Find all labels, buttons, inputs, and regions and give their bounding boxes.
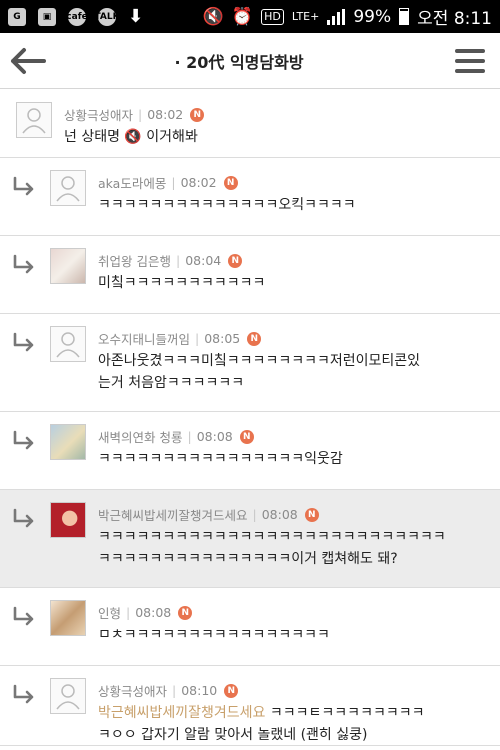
comment-text: 아존나웃겼ㅋㅋㅋ미칰ㅋㅋㅋㅋㅋㅋㅋㅋ저런이모티콘있 는거 처음암ㅋㅋㅋㅋㅋㅋ: [98, 353, 420, 391]
comment-meta: 상황극성애자 | 08:02 N: [64, 105, 205, 124]
avatar[interactable]: [50, 502, 86, 538]
reply-arrow-icon: [13, 430, 34, 450]
comment-item[interactable]: 새벽의연화 청룡 | 08:08 N ㅋㅋㅋㅋㅋㅋㅋㅋㅋㅋㅋㅋㅋㅋㅋㅋ익웃감: [0, 412, 500, 490]
alarm-icon: ⏰: [231, 6, 254, 27]
mute-icon: 🔇: [202, 6, 224, 27]
avatar[interactable]: [50, 424, 86, 460]
gallery-icon: ▣: [38, 7, 56, 26]
mention-link[interactable]: 박근혜씨밥세끼잘챙겨드세요: [98, 705, 265, 721]
new-badge: N: [247, 331, 262, 346]
comment-time: 08:04: [185, 253, 222, 268]
meta-separator: |: [171, 175, 176, 190]
new-badge: N: [239, 429, 254, 444]
comment-time: 08:02: [180, 175, 217, 190]
notification-icons: G ▣ cafe TALK ⬇: [8, 6, 143, 27]
comment-text: 넌 상태명 🔇 이거해봐: [64, 129, 198, 145]
new-badge: N: [223, 175, 238, 190]
avatar[interactable]: [16, 102, 52, 138]
author-name[interactable]: aka도라에몽: [98, 173, 166, 192]
comment-time: 08:05: [204, 331, 241, 346]
comment-list[interactable]: 상황극성애자 | 08:02 N 넌 상태명 🔇 이거해봐 aka도라에몽 | 08:02 N ㅋ…: [0, 90, 500, 750]
avatar[interactable]: [50, 248, 86, 284]
back-button[interactable]: [8, 41, 48, 81]
avatar[interactable]: [50, 326, 86, 362]
meta-separator: |: [187, 429, 192, 444]
reply-arrow-icon: [13, 332, 34, 352]
author-name[interactable]: 상황극성애자: [98, 681, 167, 700]
meta-separator: |: [126, 605, 131, 620]
avatar[interactable]: [50, 678, 86, 714]
comment-text: ㅋㅋㅋㅋㅋㅋㅋㅋㅋㅋㅋㅋㅋㅋㅋㅋㅋㅋㅋㅋㅋㅋㅋㅋㅋㅋㅋ ㅋㅋㅋㅋㅋㅋㅋㅋㅋㅋㅋㅋ…: [98, 529, 446, 567]
app-header: · 20代 익명담화방: [0, 33, 500, 89]
status-bar: G ▣ cafe TALK ⬇ 🔇 ⏰ HD LTE+ 99% 오전 8:11: [0, 0, 500, 33]
author-name[interactable]: 인형: [98, 603, 121, 622]
reply-arrow-icon: [13, 176, 34, 196]
author-name[interactable]: 취업왕 김은행: [98, 251, 171, 270]
battery-icon: [399, 8, 410, 25]
meta-separator: |: [138, 107, 143, 122]
signal-icon: [327, 8, 346, 25]
comment-text: ㅋㅋㅋㅋㅋㅋㅋㅋㅋㅋㅋㅋㅋㅋㅋㅋ익웃감: [98, 451, 343, 467]
author-name[interactable]: 오수지태니들꺼임: [98, 329, 190, 348]
comment-time: 08:10: [181, 683, 218, 698]
comment-item[interactable]: 박근혜씨밥세끼잘챙겨드세요 | 08:08 N ㅋㅋㅋㅋㅋㅋㅋㅋㅋㅋㅋㅋㅋㅋㅋㅋㅋㅋㅋㅋ…: [0, 490, 500, 588]
menu-button[interactable]: [450, 41, 490, 81]
reply-arrow-icon: [13, 508, 34, 528]
meta-separator: |: [252, 507, 257, 522]
lte-indicator: LTE+: [291, 10, 320, 23]
talk-icon: TALK: [94, 7, 120, 26]
meta-separator: |: [175, 253, 181, 268]
hd-indicator: HD: [261, 8, 284, 25]
meta-separator: |: [195, 331, 200, 346]
comment-item[interactable]: 오수지태니들꺼임 | 08:05 N 아존나웃겼ㅋㅋㅋ미칰ㅋㅋㅋㅋㅋㅋㅋㅋ저런이모티콘있…: [0, 314, 500, 412]
comment-meta: 인형 | 08:08 N: [98, 603, 193, 622]
comment-text: ㅋㅋㅋㅋㅋㅋㅋㅋㅋㅋㅋㅋㅋㅋ오킥ㅋㅋㅋㅋ: [98, 197, 356, 213]
menu-bar: [455, 68, 485, 73]
menu-bar: [455, 58, 485, 63]
reply-arrow-icon: [13, 254, 34, 274]
avatar[interactable]: [50, 600, 86, 636]
battery-percent: 99%: [353, 6, 392, 27]
comment-text: 미칰ㅋㅋㅋㅋㅋㅋㅋㅋㅋㅋㅋ: [98, 275, 266, 291]
comment-item[interactable]: 취업왕 김은행 | 08:04 N 미칰ㅋㅋㅋㅋㅋㅋㅋㅋㅋㅋㅋ: [0, 236, 500, 314]
comment-time: 08:08: [261, 507, 298, 522]
comment-item[interactable]: 상황극성애자 | 08:02 N 넌 상태명 🔇 이거해봐: [0, 90, 500, 158]
comment-text: ㅁㅊㅋㅋㅋㅋㅋㅋㅋㅋㅋㅋㅋㅋㅋㅋㅋㅋ: [98, 627, 330, 643]
comment-time: 08:08: [196, 429, 233, 444]
author-name[interactable]: 새벽의연화 청룡: [98, 427, 182, 446]
reply-arrow-icon: [13, 684, 34, 704]
comment-item[interactable]: 인형 | 08:08 N ㅁㅊㅋㅋㅋㅋㅋㅋㅋㅋㅋㅋㅋㅋㅋㅋㅋㅋ: [0, 588, 500, 666]
back-arrow-icon: [11, 47, 46, 74]
comment-meta: aka도라에몽 | 08:02 N: [98, 173, 238, 192]
comment-meta: 상황극성애자 | 08:10 N: [98, 681, 239, 700]
page-title: · 20代 익명담화방: [174, 52, 304, 72]
comment-meta: 취업왕 김은행 | 08:04 N: [98, 251, 243, 270]
author-name[interactable]: 상황극성애자: [64, 105, 133, 124]
new-badge: N: [304, 507, 319, 522]
new-badge: N: [178, 605, 193, 620]
clock: 오전 8:11: [417, 9, 492, 29]
meta-separator: |: [172, 683, 177, 698]
new-badge: N: [228, 253, 243, 268]
comment-text: 박근혜씨밥세끼잘챙겨드세요 ㅋㅋㅋㅌㅋㅋㅋㅋㅋㅋㅋㅋ ㅋㅇㅇ 갑자기 알람 맞아…: [98, 702, 488, 746]
comment-item[interactable]: aka도라에몽 | 08:02 N ㅋㅋㅋㅋㅋㅋㅋㅋㅋㅋㅋㅋㅋㅋ오킥ㅋㅋㅋㅋ: [0, 158, 500, 236]
comment-time: 08:08: [135, 605, 172, 620]
comment-meta: 새벽의연화 청룡 | 08:08 N: [98, 427, 254, 446]
new-badge: N: [224, 683, 239, 698]
comment-item[interactable]: 상황극성애자 | 08:10 N 박근혜씨밥세끼잘챙겨드세요 ㅋㅋㅋㅌㅋㅋㅋㅋㅋㅋㅋㅋ …: [0, 666, 500, 746]
download-icon: ⬇: [128, 6, 144, 27]
comment-meta: 오수지태니들꺼임 | 08:05 N: [98, 329, 262, 348]
cafe-icon: cafe: [66, 7, 88, 26]
new-badge: N: [190, 107, 205, 122]
author-name[interactable]: 박근혜씨밥세끼잘챙겨드세요: [98, 505, 248, 524]
comment-time: 08:02: [147, 107, 184, 122]
avatar[interactable]: [50, 170, 86, 206]
g-icon: G: [8, 7, 26, 26]
reply-arrow-icon: [13, 606, 34, 626]
comment-meta: 박근혜씨밥세끼잘챙겨드세요 | 08:08 N: [98, 505, 319, 524]
menu-bar: [455, 48, 485, 53]
